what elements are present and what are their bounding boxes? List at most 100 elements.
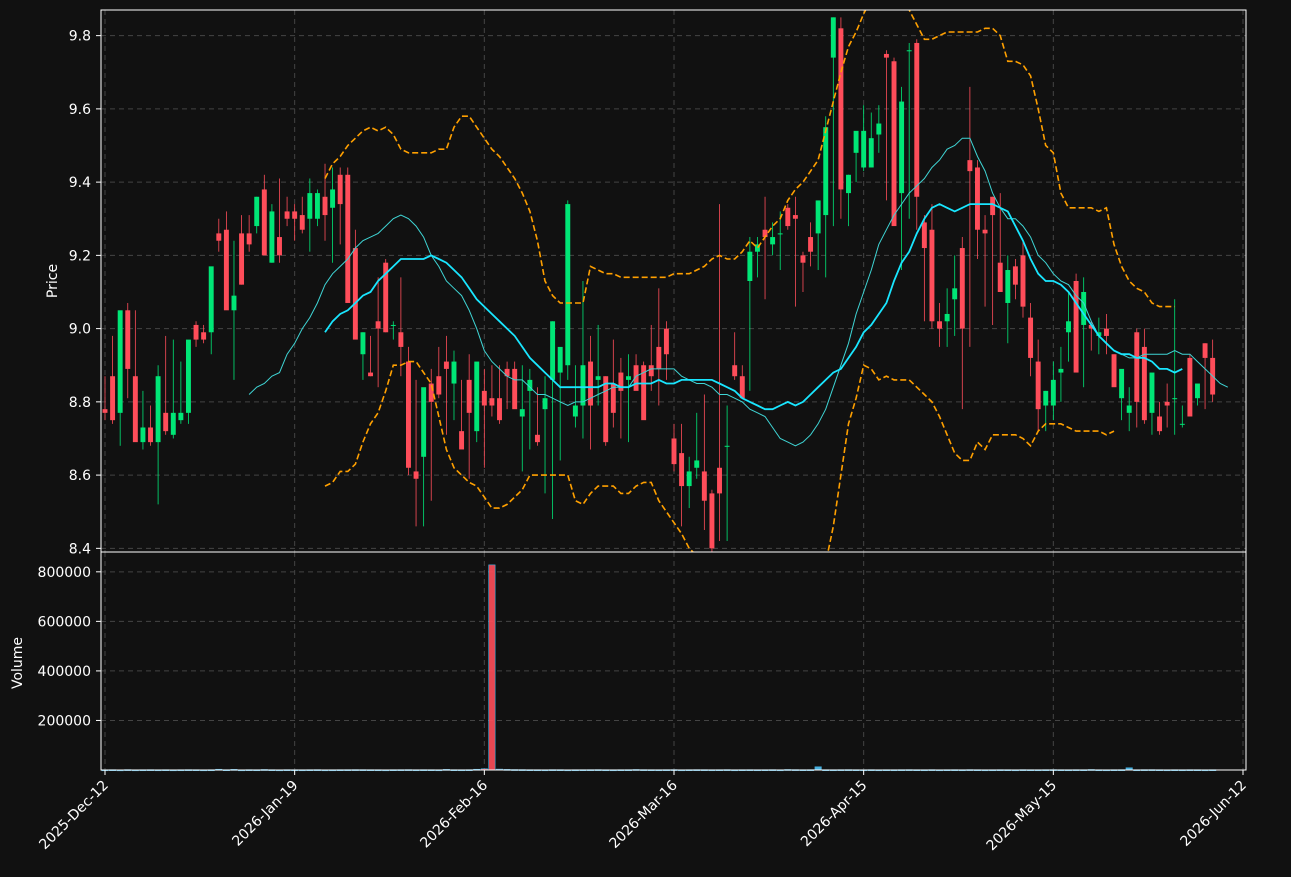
candle-up	[1081, 291, 1087, 325]
candle-up	[185, 339, 191, 413]
candle-down	[982, 229, 988, 234]
candle-up	[360, 332, 366, 355]
candle-up	[944, 313, 950, 322]
candle-down	[489, 398, 495, 406]
candle-up	[770, 237, 776, 245]
candle-up	[1179, 423, 1185, 425]
candle-up	[474, 361, 480, 432]
candle-down	[1103, 328, 1109, 336]
candle-down	[352, 248, 358, 340]
candle-up	[1066, 321, 1071, 333]
candle-down	[110, 376, 116, 421]
candle-down	[1020, 255, 1026, 307]
candle-up	[557, 346, 563, 373]
candle-down	[914, 42, 920, 197]
candle-down	[883, 53, 889, 58]
candle-up	[777, 233, 783, 235]
candle-up	[572, 405, 578, 417]
candle-down	[292, 211, 298, 219]
candle-up	[1172, 398, 1178, 400]
candle-up	[390, 324, 396, 326]
candle-down	[375, 321, 381, 329]
candle-down	[299, 215, 305, 230]
candle-down	[148, 427, 153, 443]
candle-up	[550, 321, 556, 380]
candle-up	[451, 361, 457, 384]
candle-down	[337, 174, 343, 205]
candle-down	[322, 196, 328, 216]
candle-up	[1119, 368, 1125, 399]
candle-down	[891, 61, 897, 227]
volume-tick-label: 200000	[38, 713, 91, 729]
candle-down	[466, 379, 472, 413]
candle-down	[193, 324, 199, 340]
candle-down	[732, 365, 738, 377]
candle-up	[231, 295, 237, 311]
candle-down	[239, 233, 245, 285]
volume-axis-label: Volume	[10, 637, 26, 689]
candle-down	[800, 255, 806, 263]
candle-down	[921, 222, 927, 249]
candle-down	[808, 237, 814, 252]
candle-up	[178, 412, 184, 421]
candle-down	[997, 262, 1003, 292]
candle-down	[406, 361, 411, 468]
candle-down	[368, 372, 373, 377]
candle-up	[565, 204, 571, 366]
candle-down	[1164, 401, 1170, 406]
price-tick-label: 9.8	[69, 29, 91, 45]
candle-down	[459, 431, 465, 450]
candle-down	[709, 493, 715, 549]
candle-up	[269, 211, 275, 263]
candle-up	[314, 193, 320, 219]
candle-up	[1050, 379, 1056, 406]
price-axis-label: Price	[45, 264, 61, 298]
candle-up	[580, 365, 586, 406]
candle-up	[868, 138, 874, 168]
price-tick-label: 8.4	[69, 541, 91, 557]
candle-down	[497, 398, 502, 421]
candle-down	[1157, 416, 1163, 432]
candle-down	[284, 211, 290, 219]
candle-up	[747, 251, 753, 281]
candle-up	[906, 50, 912, 52]
candle-down	[443, 361, 449, 369]
candle-up	[876, 123, 882, 135]
candle-down	[481, 390, 487, 406]
candle-up	[952, 288, 958, 300]
candle-down	[534, 434, 540, 443]
volume-tick-label: 600000	[38, 614, 91, 630]
candle-down	[717, 467, 722, 494]
candle-down	[656, 346, 662, 369]
candle-down	[929, 229, 935, 322]
candle-up	[595, 376, 601, 380]
candle-down	[701, 471, 707, 501]
candle-up	[853, 130, 859, 153]
candle-down	[1012, 266, 1018, 285]
candle-up	[542, 398, 548, 410]
candle-down	[512, 368, 518, 410]
candle-up	[140, 427, 146, 443]
candle-down	[102, 409, 108, 413]
candle-up	[830, 17, 836, 58]
candle-up	[208, 266, 214, 333]
price-tick-label: 9.0	[69, 322, 91, 338]
candle-down	[648, 365, 654, 377]
chart-background	[0, 0, 1291, 873]
candle-up	[1005, 270, 1011, 303]
candle-down	[1187, 357, 1193, 417]
candle-up	[815, 200, 821, 234]
candle-up	[307, 193, 313, 219]
candle-up	[117, 310, 123, 413]
price-tick-label: 8.8	[69, 395, 91, 411]
candle-up	[1058, 368, 1064, 373]
candle-up	[421, 387, 427, 457]
candle-down	[937, 321, 942, 329]
candle-down	[436, 376, 442, 395]
candlestick-chart: 8.4 8.6 8.8 9.0 9.2 9.4 9.6 9.8 200000 400000 6000…	[0, 0, 1291, 873]
candle-up	[1149, 372, 1155, 413]
candle-down	[413, 471, 419, 479]
candle-down	[125, 310, 131, 369]
candle-up	[899, 101, 905, 194]
candle-up	[1195, 383, 1200, 399]
